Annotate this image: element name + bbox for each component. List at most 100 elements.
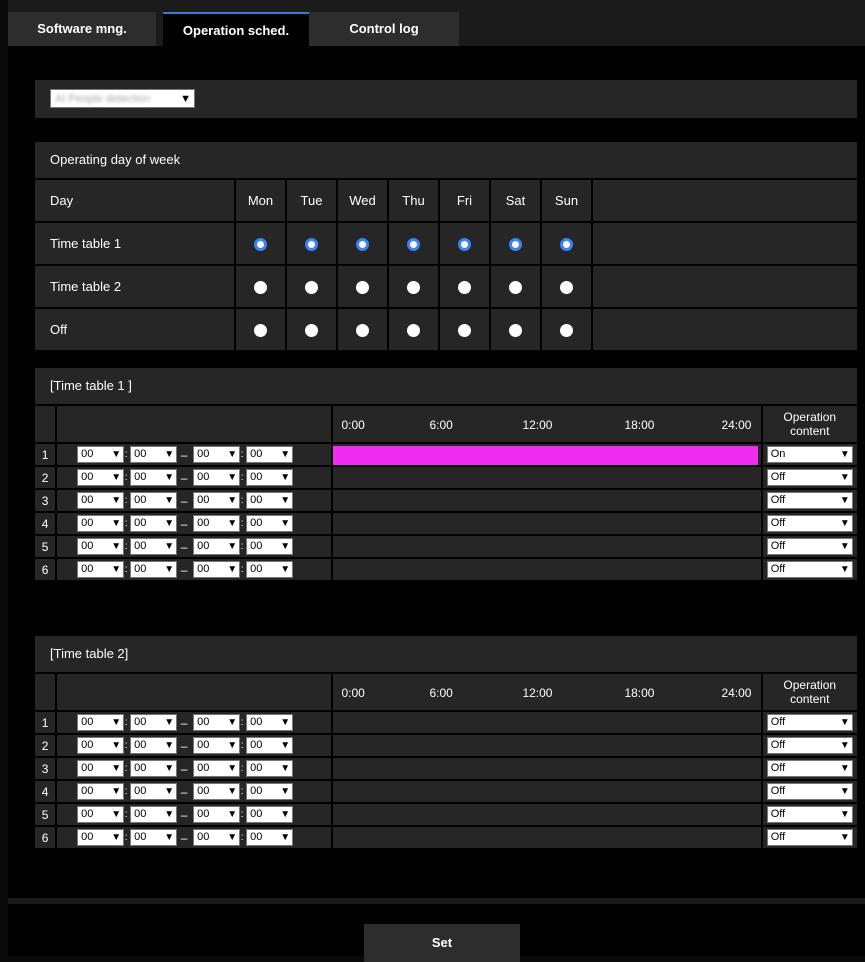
radio-fri[interactable] xyxy=(458,324,471,338)
end-hour-select[interactable]: 00 ▼ xyxy=(193,829,241,846)
radio-tue[interactable] xyxy=(305,324,318,338)
start-minute-select[interactable]: 00 ▼ xyxy=(130,515,178,532)
radio-sun[interactable] xyxy=(560,324,573,338)
schedule-select-value: AI People detection xyxy=(55,93,151,105)
operation-select[interactable]: Off ▼ xyxy=(766,538,853,555)
radio-thu[interactable] xyxy=(407,324,420,338)
start-hour-select[interactable]: 00 ▼ xyxy=(77,783,125,800)
tab-software-mng[interactable]: Software mng. xyxy=(8,12,156,46)
radio-sat[interactable] xyxy=(509,238,522,252)
operation-select[interactable]: Off ▼ xyxy=(766,561,853,578)
start-minute-select[interactable]: 00 ▼ xyxy=(130,760,178,777)
end-minute-select[interactable]: 00 ▼ xyxy=(246,515,294,532)
start-minute-select[interactable]: 00 ▼ xyxy=(130,469,178,486)
end-hour-select[interactable]: 00 ▼ xyxy=(193,538,241,555)
radio-mon[interactable] xyxy=(254,238,267,252)
end-minute-select[interactable]: 00 ▼ xyxy=(246,737,294,754)
radio-tue[interactable] xyxy=(305,281,318,295)
row-number: 5 xyxy=(35,802,56,825)
operation-select[interactable]: Off ▼ xyxy=(766,714,853,731)
radio-sat[interactable] xyxy=(509,324,522,338)
start-minute-select[interactable]: 00 ▼ xyxy=(130,829,178,846)
start-hour-select[interactable]: 00 ▼ xyxy=(77,492,125,509)
end-hour-select[interactable]: 00 ▼ xyxy=(193,492,241,509)
tab-operation-sched[interactable]: Operation sched. xyxy=(163,12,309,48)
end-minute-select[interactable]: 00 ▼ xyxy=(246,469,294,486)
end-minute-select[interactable]: 00 ▼ xyxy=(246,714,294,731)
end-hour-select[interactable]: 00 ▼ xyxy=(193,561,241,578)
end-hour-select[interactable]: 00 ▼ xyxy=(193,515,241,532)
start-minute-select[interactable]: 00 ▼ xyxy=(130,446,178,463)
end-hour-select[interactable]: 00 ▼ xyxy=(193,760,241,777)
operation-select[interactable]: Off ▼ xyxy=(766,829,853,846)
start-minute-select[interactable]: 00 ▼ xyxy=(130,806,178,823)
chevron-down-icon: ▼ xyxy=(227,717,238,728)
end-minute-select[interactable]: 00 ▼ xyxy=(246,829,294,846)
start-hour-select[interactable]: 00 ▼ xyxy=(77,760,125,777)
end-hour-select[interactable]: 00 ▼ xyxy=(193,469,241,486)
operation-select[interactable]: Off ▼ xyxy=(766,783,853,800)
schedule-select[interactable]: AI People detection ▼ xyxy=(50,89,195,108)
operation-select-value: Off xyxy=(770,739,786,751)
chevron-down-icon: ▼ xyxy=(839,564,850,575)
scale-label: 18:00 xyxy=(624,418,655,432)
day-row-label: Time table 2 xyxy=(35,264,234,307)
end-minute-select[interactable]: 00 ▼ xyxy=(246,561,294,578)
schedule-bar xyxy=(331,557,761,580)
radio-fri[interactable] xyxy=(458,238,471,252)
row-number: 3 xyxy=(35,488,56,511)
end-hour-select[interactable]: 00 ▼ xyxy=(193,446,241,463)
tab-control-log[interactable]: Control log xyxy=(309,12,459,46)
end-hour-select[interactable]: 00 ▼ xyxy=(193,783,241,800)
radio-sat[interactable] xyxy=(509,281,522,295)
operation-select[interactable]: Off ▼ xyxy=(766,806,853,823)
end-minute-select[interactable]: 00 ▼ xyxy=(246,760,294,777)
end-minute-select[interactable]: 00 ▼ xyxy=(246,538,294,555)
radio-tue[interactable] xyxy=(305,238,318,252)
schedule-bar xyxy=(331,511,761,534)
row-number: 1 xyxy=(35,442,56,465)
radio-mon[interactable] xyxy=(254,281,267,295)
start-hour-select[interactable]: 00 ▼ xyxy=(77,714,125,731)
operation-select[interactable]: Off ▼ xyxy=(766,760,853,777)
end-minute-select[interactable]: 00 ▼ xyxy=(246,446,294,463)
operation-select[interactable]: Off ▼ xyxy=(766,737,853,754)
start-minute-select[interactable]: 00 ▼ xyxy=(130,737,178,754)
end-minute-select[interactable]: 00 ▼ xyxy=(246,492,294,509)
end-minute-select[interactable]: 00 ▼ xyxy=(246,806,294,823)
start-minute-select[interactable]: 00 ▼ xyxy=(130,492,178,509)
start-hour-select[interactable]: 00 ▼ xyxy=(77,469,125,486)
day-header-sun: Sun xyxy=(540,178,591,221)
timetable-row: 4 00 ▼:00 ▼ –00 ▼:00 ▼ Off ▼ xyxy=(35,511,857,534)
set-button[interactable]: Set xyxy=(364,924,520,962)
end-hour-select[interactable]: 00 ▼ xyxy=(193,737,241,754)
radio-thu[interactable] xyxy=(407,238,420,252)
radio-wed[interactable] xyxy=(356,238,369,252)
start-hour-select[interactable]: 00 ▼ xyxy=(77,737,125,754)
start-hour-select[interactable]: 00 ▼ xyxy=(77,829,125,846)
radio-fri[interactable] xyxy=(458,281,471,295)
radio-wed[interactable] xyxy=(356,324,369,338)
operation-select[interactable]: Off ▼ xyxy=(766,515,853,532)
start-minute-select[interactable]: 00 ▼ xyxy=(130,561,178,578)
start-minute-select[interactable]: 00 ▼ xyxy=(130,538,178,555)
end-minute-select[interactable]: 00 ▼ xyxy=(246,783,294,800)
radio-sun[interactable] xyxy=(560,281,573,295)
start-hour-select[interactable]: 00 ▼ xyxy=(77,515,125,532)
operation-select[interactable]: Off ▼ xyxy=(766,492,853,509)
radio-thu[interactable] xyxy=(407,281,420,295)
start-hour-select[interactable]: 00 ▼ xyxy=(77,806,125,823)
start-minute-select[interactable]: 00 ▼ xyxy=(130,783,178,800)
radio-wed[interactable] xyxy=(356,281,369,295)
radio-sun[interactable] xyxy=(560,238,573,252)
start-minute-select[interactable]: 00 ▼ xyxy=(130,714,178,731)
start-hour-select[interactable]: 00 ▼ xyxy=(77,561,125,578)
operation-select[interactable]: On ▼ xyxy=(766,446,853,463)
end-hour-select[interactable]: 00 ▼ xyxy=(193,806,241,823)
start-hour-select[interactable]: 00 ▼ xyxy=(77,538,125,555)
start-hour-select[interactable]: 00 ▼ xyxy=(77,446,125,463)
end-hour-select[interactable]: 00 ▼ xyxy=(193,714,241,731)
radio-mon[interactable] xyxy=(254,324,267,338)
end-hour-select-value: 00 xyxy=(197,716,210,728)
operation-select[interactable]: Off ▼ xyxy=(766,469,853,486)
